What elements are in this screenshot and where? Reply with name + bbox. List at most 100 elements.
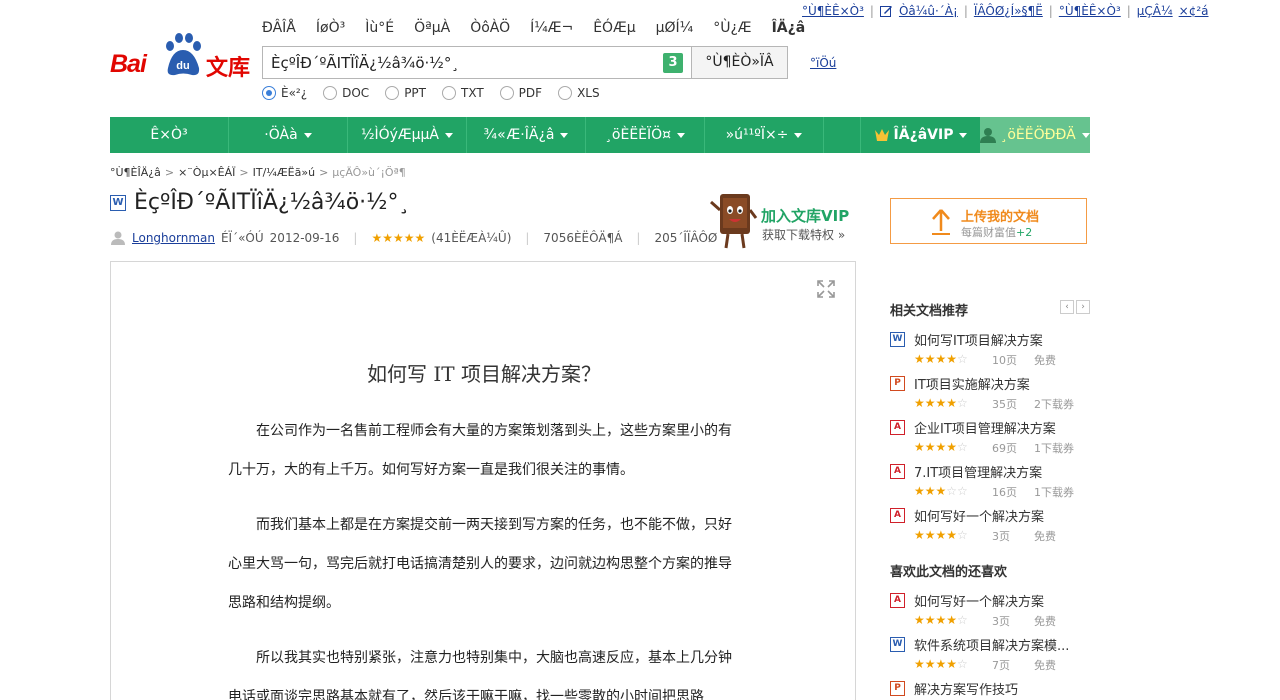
- breadcrumb-current: µçÄÔ»ù´¡Öª¶: [332, 166, 406, 179]
- client-download-link[interactable]: ÏÂÔØ¿Í»§¶Ë: [974, 4, 1043, 18]
- logo-du-text: du: [176, 60, 189, 72]
- filetype-option[interactable]: TXT: [442, 86, 484, 100]
- side-doc-title[interactable]: 如何写好一个解决方案: [914, 591, 1090, 610]
- side-doc-item[interactable]: P 解决方案写作技巧: [890, 677, 1090, 700]
- word-doc-icon: W: [110, 194, 126, 211]
- pdf-doc-icon: A: [890, 464, 905, 479]
- upload-subtitle: 每篇财富值+2: [961, 224, 1032, 240]
- fullscreen-icon[interactable]: [817, 280, 835, 298]
- radio-icon[interactable]: [262, 86, 276, 100]
- menu-item-label: ¾«Æ·ÎÄ¿â: [483, 127, 555, 143]
- related-pager: ‹ ›: [1060, 300, 1090, 314]
- radio-icon[interactable]: [442, 86, 456, 100]
- search-button[interactable]: °Ù¶ÈÒ»ÏÂ: [691, 46, 788, 79]
- doc-title-row: W ÈçºÎÐ´ºÃITÏîÄ¿½â¾ö·½°¸: [110, 190, 409, 215]
- separator: |: [353, 231, 358, 245]
- shared-label: ÉÏ´«ÓÚ: [220, 231, 264, 245]
- menu-item[interactable]: ¾«Æ·ÎÄ¿â: [467, 117, 586, 153]
- menu-item[interactable]: ¸öÈËÈÏÖ¤: [586, 117, 705, 153]
- side-doc-item[interactable]: A 如何写好一个解决方案 ★★★★☆ 3页 免费: [890, 589, 1090, 633]
- top-nav-item[interactable]: Ìù°É: [365, 20, 394, 36]
- breadcrumb-separator: >: [319, 166, 329, 179]
- side-doc-title[interactable]: 7.IT项目管理解决方案: [914, 462, 1090, 481]
- prev-arrow-icon[interactable]: ‹: [1060, 300, 1074, 314]
- filetype-option[interactable]: DOC: [323, 86, 369, 100]
- vip-promo[interactable]: 加入文库VIP 获取下载特权 »: [710, 190, 860, 252]
- breadcrumb-link[interactable]: IT/¼ÆËã»ú: [253, 166, 315, 179]
- main-menu: Ê×Ò³ ·ÖÀà ½ÌÓýÆµµÀ ¾«Æ·ÎÄ¿â ¸öÈËÈÏÖ¤ »ú¹¹ºÏ×÷…: [110, 117, 1090, 153]
- login-link[interactable]: µÇÂ¼: [1137, 4, 1173, 18]
- feedback-link[interactable]: Òâ¼û·´À¡: [899, 4, 958, 18]
- breadcrumb-separator: >: [239, 166, 249, 179]
- side-doc-title[interactable]: 解决方案写作技巧: [914, 679, 1090, 698]
- also-like-list: A 如何写好一个解决方案 ★★★★☆ 3页 免费 W 软件系统项目解决方案模... ★★★★☆…: [890, 589, 1090, 700]
- side-doc-cost: 免费: [1034, 530, 1056, 543]
- radio-icon[interactable]: [323, 86, 338, 100]
- radio-icon[interactable]: [499, 86, 514, 100]
- upload-doc-button[interactable]: 上传我的文档 每篇财富值+2: [890, 198, 1087, 244]
- logo-wenku-text: 文库: [206, 56, 251, 81]
- document-viewer: 如何写 IT 项目解决方案？ 在公司作为一名售前工程师会有大量的方案策划落到头上…: [110, 261, 856, 700]
- radio-icon[interactable]: [558, 86, 573, 100]
- filetype-option[interactable]: XLS: [558, 86, 600, 100]
- related-list: W 如何写IT项目解决方案 ★★★★☆ 10页 免费 P IT项目实施解决方案 ★★★★☆ 35…: [890, 328, 1090, 548]
- doc-paragraph: 而我们基本上都是在方案提交前一两天接到写方案的任务，也不能不做，只好心里大骂一句…: [228, 517, 732, 611]
- radio-icon[interactable]: [385, 86, 400, 100]
- menu-item[interactable]: »ú¹¹ºÏ×÷: [705, 117, 824, 153]
- menu-item[interactable]: Ê×Ò³: [110, 117, 229, 153]
- breadcrumb: °Ù¶ÈÎÄ¿â > ×¨Òµ×ÊÁÏ > IT/¼ÆËã»ú > µçÄÔ»ù´¡Öª¶: [110, 166, 406, 179]
- vip-promo-subtitle: 获取下载特权 »: [762, 228, 846, 242]
- side-doc-title[interactable]: IT项目实施解决方案: [914, 374, 1090, 393]
- rating-stars: ★★★★☆: [914, 352, 968, 366]
- top-nav-item[interactable]: ÖªµÀ: [414, 20, 450, 36]
- rating-stars: ★★★★☆: [914, 613, 968, 627]
- help-link[interactable]: °ïÖú: [810, 56, 836, 70]
- side-doc-title[interactable]: 企业IT项目管理解决方案: [914, 418, 1090, 437]
- side-doc-item[interactable]: P IT项目实施解决方案 ★★★★☆ 35页 2下载券: [890, 372, 1090, 416]
- separator: |: [636, 231, 641, 245]
- home-link[interactable]: °Ù¶ÈÊ×Ò³: [802, 4, 864, 18]
- side-doc-title[interactable]: 如何写IT项目解决方案: [914, 330, 1090, 349]
- top-nav-item[interactable]: °Ù¿Æ: [713, 20, 751, 36]
- filetype-label: PDF: [518, 86, 543, 100]
- filetype-option[interactable]: PPT: [385, 86, 426, 100]
- next-arrow-icon[interactable]: ›: [1076, 300, 1090, 314]
- side-doc-cost: 1下载券: [1034, 486, 1074, 499]
- baidu-home-link[interactable]: °Ù¶ÈÊ×Ò³: [1059, 4, 1121, 18]
- top-nav-item[interactable]: ÒôÀÖ: [470, 20, 510, 36]
- menu-vip-label: ÎÄ¿âVIP: [893, 127, 954, 143]
- side-doc-item[interactable]: A 如何写好一个解决方案 ★★★★☆ 3页 免费: [890, 504, 1090, 548]
- breadcrumb-link[interactable]: °Ù¶ÈÎÄ¿â: [110, 166, 161, 179]
- side-doc-title[interactable]: 如何写好一个解决方案: [914, 506, 1090, 525]
- side-doc-item[interactable]: W 软件系统项目解决方案模... ★★★★☆ 7页 免费: [890, 633, 1090, 677]
- caret-down-icon: [303, 132, 312, 138]
- top-nav-item[interactable]: ÎÄ¿â: [772, 20, 806, 36]
- filetype-label: XLS: [577, 86, 600, 100]
- baidu-wenku-logo[interactable]: Bai du 文库: [110, 32, 251, 81]
- menu-vip[interactable]: ÎÄ¿âVIP: [860, 117, 980, 153]
- rating-stars: ★★★★★: [371, 231, 426, 245]
- top-nav-item[interactable]: Í¼Æ¬: [530, 20, 573, 36]
- user-icon: [980, 128, 997, 143]
- filetype-option[interactable]: PDF: [499, 86, 543, 100]
- top-nav-item[interactable]: ÐÂÎÅ: [262, 20, 296, 36]
- search-input[interactable]: [263, 47, 653, 78]
- top-nav-item[interactable]: µØÍ¼: [656, 20, 694, 36]
- side-doc-pages: 7页: [992, 659, 1010, 672]
- side-doc-item[interactable]: W 如何写IT项目解决方案 ★★★★☆ 10页 免费: [890, 328, 1090, 372]
- side-doc-title[interactable]: 软件系统项目解决方案模...: [914, 635, 1090, 654]
- top-nav-item[interactable]: ÊÓÆµ: [593, 20, 635, 36]
- register-link[interactable]: ×¢²á: [1179, 4, 1209, 18]
- menu-user-center[interactable]: ¸öÈËÖÐÐÄ: [980, 117, 1090, 153]
- breadcrumb-link[interactable]: ×¨Òµ×ÊÁÏ: [178, 166, 235, 179]
- menu-spacer: [824, 117, 860, 153]
- menu-item[interactable]: ·ÖÀà: [229, 117, 348, 153]
- side-doc-item[interactable]: A 企业IT项目管理解决方案 ★★★★☆ 69页 1下载券: [890, 416, 1090, 460]
- side-doc-item[interactable]: A 7.IT项目管理解决方案 ★★★☆☆ 16页 1下载券: [890, 460, 1090, 504]
- author-link[interactable]: Longhornman: [132, 231, 215, 245]
- word-doc-icon: W: [890, 637, 905, 652]
- caret-down-icon: [1081, 132, 1090, 138]
- top-nav-item[interactable]: ÍøÒ³: [316, 20, 345, 36]
- menu-item[interactable]: ½ÌÓýÆµµÀ: [348, 117, 467, 153]
- filetype-option[interactable]: È«²¿: [262, 86, 307, 100]
